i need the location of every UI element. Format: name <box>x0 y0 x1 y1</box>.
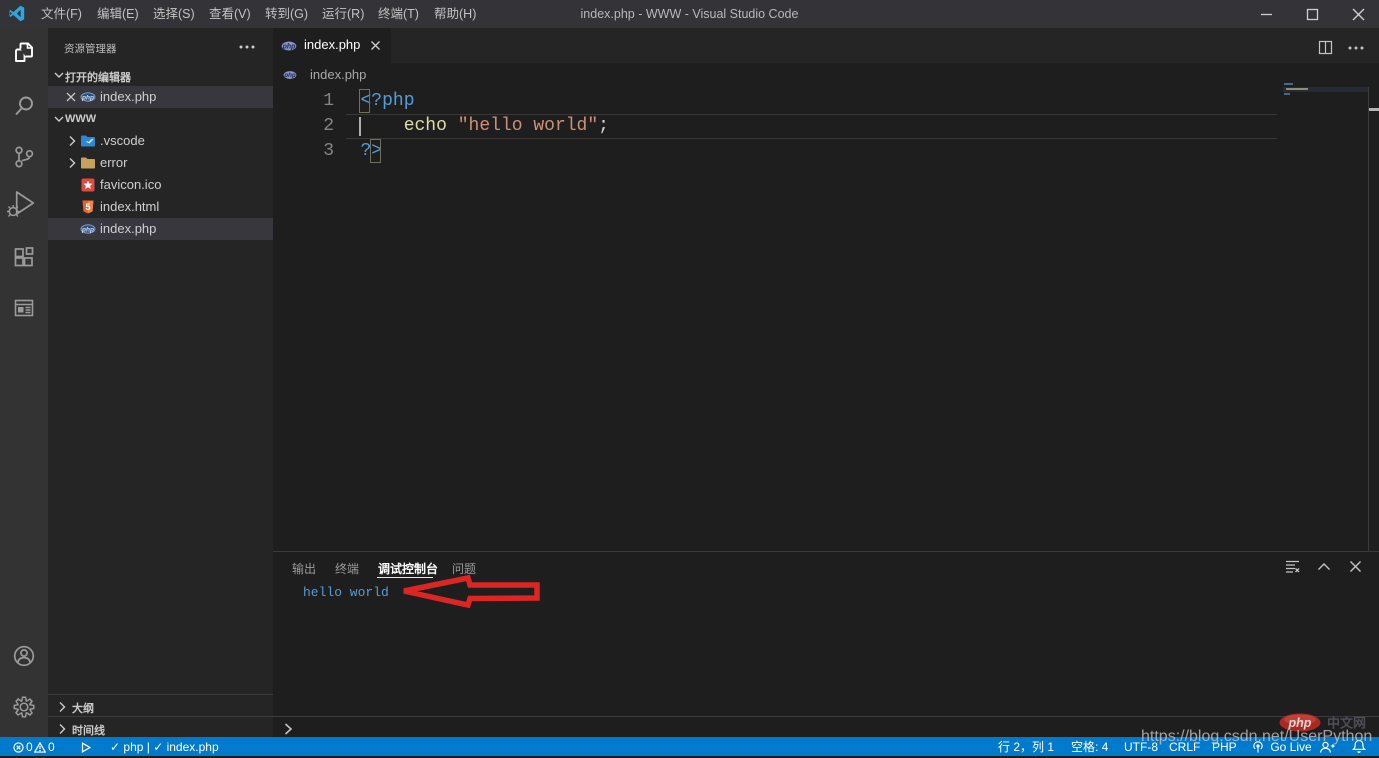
svg-text:php: php <box>282 44 297 51</box>
svg-text:php: php <box>81 94 94 101</box>
svg-text:php: php <box>81 226 94 233</box>
svg-text:php: php <box>283 72 295 79</box>
svg-text:5: 5 <box>85 202 90 212</box>
